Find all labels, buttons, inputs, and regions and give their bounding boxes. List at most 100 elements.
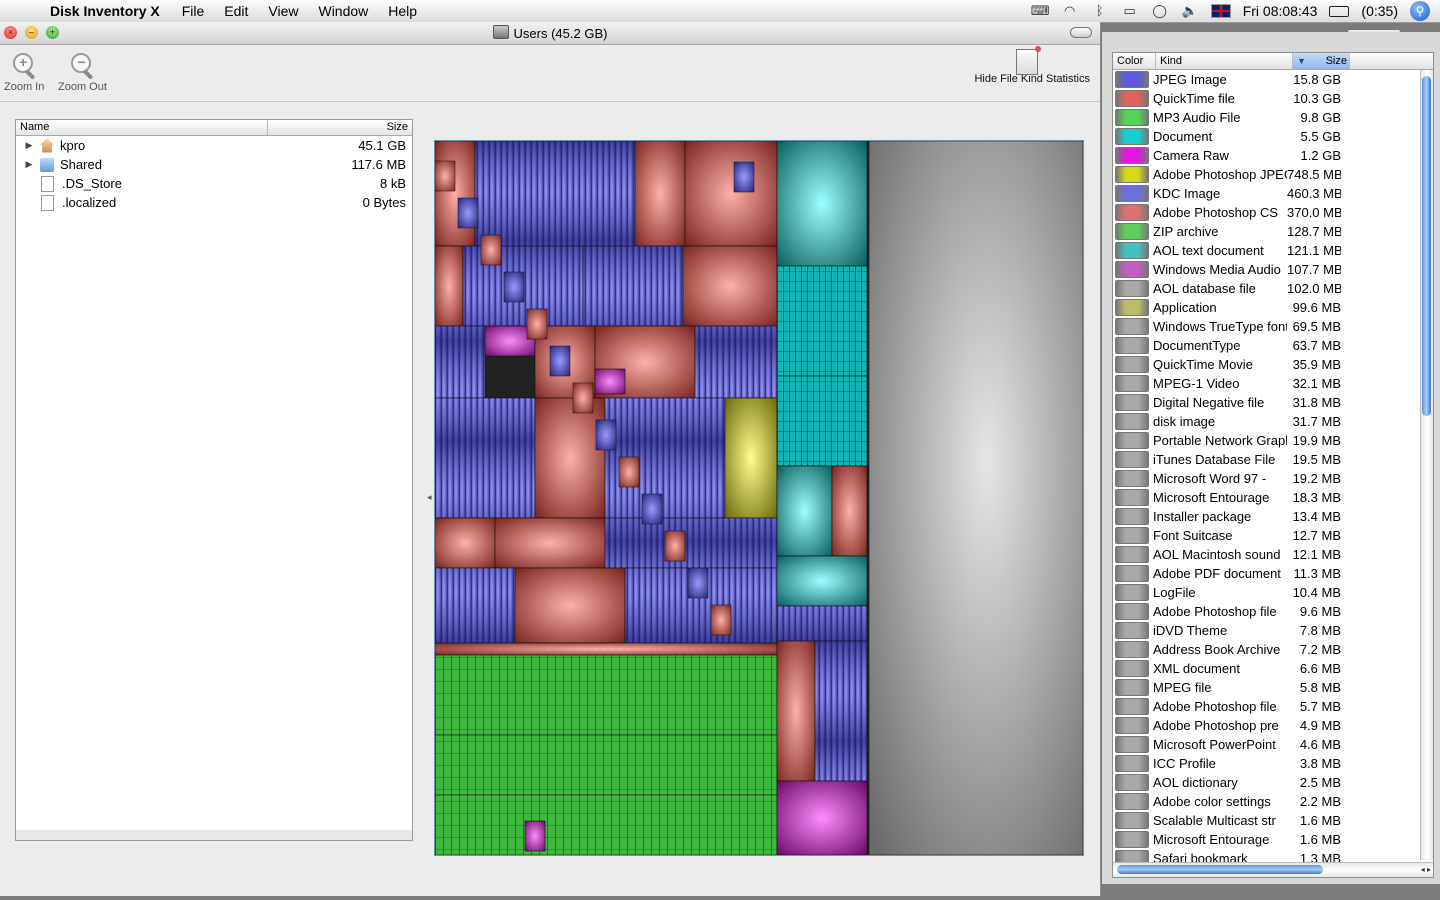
- treemap-file-block[interactable]: [514, 567, 626, 644]
- treemap-file-block[interactable]: [435, 141, 476, 247]
- color-swatch[interactable]: [1115, 280, 1149, 297]
- treemap-file-block[interactable]: [435, 325, 486, 399]
- treemap-file-block[interactable]: [435, 734, 778, 796]
- color-swatch[interactable]: [1115, 375, 1149, 392]
- color-swatch[interactable]: [1115, 736, 1149, 753]
- disclosure-triangle-icon[interactable]: ▶: [22, 140, 36, 151]
- color-column-header[interactable]: Color: [1113, 53, 1156, 69]
- kind-row[interactable]: Address Book Archive 7.2 MB: [1113, 640, 1421, 659]
- color-swatch[interactable]: [1115, 793, 1149, 810]
- treemap-file-block[interactable]: [526, 308, 548, 340]
- color-swatch[interactable]: [1115, 470, 1149, 487]
- split-view-divider[interactable]: ◂: [427, 492, 432, 503]
- kind-row[interactable]: Adobe Photoshop pre 4.9 MB: [1113, 716, 1421, 735]
- color-swatch[interactable]: [1115, 299, 1149, 316]
- color-swatch[interactable]: [1115, 584, 1149, 601]
- kind-row[interactable]: Scalable Multicast str 1.6 MB: [1113, 811, 1421, 830]
- color-swatch[interactable]: [1115, 128, 1149, 145]
- kind-row[interactable]: JPEG Image 15.8 GB: [1113, 70, 1421, 89]
- kind-row[interactable]: Adobe Photoshop file 9.6 MB: [1113, 602, 1421, 621]
- input-flag-icon[interactable]: [1210, 4, 1231, 18]
- color-swatch[interactable]: [1115, 413, 1149, 430]
- color-swatch[interactable]: [1115, 337, 1149, 354]
- color-swatch[interactable]: [1115, 660, 1149, 677]
- treemap-file-block[interactable]: [435, 517, 496, 569]
- treemap-file-block[interactable]: [682, 245, 778, 327]
- treemap-canvas[interactable]: [435, 141, 1083, 855]
- color-swatch[interactable]: [1115, 527, 1149, 544]
- hide-stats-button[interactable]: Hide File Kind Statistics: [974, 46, 1090, 85]
- kind-row[interactable]: MPEG-1 Video 32.1 MB: [1113, 374, 1421, 393]
- kind-row[interactable]: Microsoft PowerPoint 4.6 MB: [1113, 735, 1421, 754]
- kind-row[interactable]: MP3 Audio File 9.8 GB: [1113, 108, 1421, 127]
- kind-row[interactable]: Microsoft Word 97 - 19.2 MB: [1113, 469, 1421, 488]
- app-menu[interactable]: Disk Inventory X: [50, 3, 160, 19]
- tree-row-localized[interactable]: .localized 0 Bytes: [16, 193, 412, 212]
- kind-row[interactable]: AOL Macintosh sound 12.1 MB: [1113, 545, 1421, 564]
- treemap-view[interactable]: [434, 140, 1084, 856]
- kind-row[interactable]: MPEG file 5.8 MB: [1113, 678, 1421, 697]
- menu-clock[interactable]: Fri 08:08:43: [1243, 3, 1318, 19]
- spotlight-icon[interactable]: ⚲: [1410, 1, 1430, 21]
- zoom-out-button[interactable]: − Zoom Out: [58, 51, 107, 93]
- kind-row[interactable]: Application 99.6 MB: [1113, 298, 1421, 317]
- size-column-header-sorted[interactable]: ▼ Size: [1293, 53, 1350, 69]
- kind-column-header[interactable]: Kind: [1156, 53, 1293, 69]
- name-column-header[interactable]: Name: [16, 120, 268, 135]
- treemap-file-block[interactable]: [435, 160, 456, 192]
- kind-row[interactable]: Font Suitcase 12.7 MB: [1113, 526, 1421, 545]
- kind-row[interactable]: Installer package 13.4 MB: [1113, 507, 1421, 526]
- treemap-file-block[interactable]: [549, 345, 571, 377]
- kind-row[interactable]: QuickTime file 10.3 GB: [1113, 89, 1421, 108]
- treemap-file-block[interactable]: [524, 820, 546, 852]
- scroll-thumb[interactable]: [1422, 76, 1431, 416]
- display-icon[interactable]: ▭: [1121, 4, 1139, 18]
- treemap-file-block[interactable]: [684, 141, 778, 247]
- keyboard-icon[interactable]: ⌨: [1031, 4, 1050, 18]
- treemap-file-block[interactable]: [634, 141, 686, 247]
- treemap-file-block[interactable]: [618, 456, 640, 488]
- menu-window[interactable]: Window: [318, 3, 368, 19]
- treemap-file-block[interactable]: [503, 271, 525, 303]
- treemap-file-block[interactable]: [582, 245, 684, 327]
- treemap-file-block[interactable]: [435, 245, 464, 327]
- file-tree[interactable]: Name Size ▶ kpro 45.1 GB ▶ Shared 117.6 …: [15, 119, 413, 831]
- treemap-file-block[interactable]: [710, 604, 732, 636]
- apple-menu-icon[interactable]: [18, 2, 36, 20]
- kind-row[interactable]: Adobe Photoshop JPEG 748.5 MB: [1113, 165, 1421, 184]
- treemap-file-block[interactable]: [831, 465, 868, 557]
- scroll-arrows-icon[interactable]: ◂ ▸: [1421, 863, 1431, 877]
- zoom-in-button[interactable]: + Zoom In: [4, 51, 44, 93]
- treemap-file-block[interactable]: [664, 530, 686, 562]
- bluetooth-icon[interactable]: ᛒ: [1091, 4, 1109, 18]
- color-swatch[interactable]: [1115, 185, 1149, 202]
- color-swatch[interactable]: [1115, 318, 1149, 335]
- treemap-file-block[interactable]: [594, 368, 626, 395]
- treemap-file-block[interactable]: [435, 567, 516, 644]
- kind-row[interactable]: Adobe PDF document 11.3 MB: [1113, 564, 1421, 583]
- size-column-header[interactable]: Size: [268, 120, 412, 135]
- kind-row[interactable]: Adobe Photoshop CS 370.0 MB: [1113, 203, 1421, 222]
- kind-row[interactable]: Digital Negative file 31.8 MB: [1113, 393, 1421, 412]
- color-swatch[interactable]: [1115, 565, 1149, 582]
- menu-file[interactable]: File: [182, 3, 205, 19]
- kind-row[interactable]: Adobe Photoshop file 5.7 MB: [1113, 697, 1421, 716]
- treemap-file-block[interactable]: [776, 640, 816, 782]
- menu-help[interactable]: Help: [388, 3, 417, 19]
- treemap-file-block[interactable]: [534, 397, 606, 519]
- kind-row[interactable]: ZIP archive 128.7 MB: [1113, 222, 1421, 241]
- treemap-file-block[interactable]: [687, 567, 709, 599]
- treemap-file-block[interactable]: [435, 654, 778, 736]
- kind-row[interactable]: AOL database file 102.0 MB: [1113, 279, 1421, 298]
- treemap-file-block[interactable]: [604, 517, 778, 569]
- treemap-file-block[interactable]: [480, 234, 502, 266]
- color-swatch[interactable]: [1115, 90, 1149, 107]
- kind-row[interactable]: XML document 6.6 MB: [1113, 659, 1421, 678]
- kind-row[interactable]: AOL text document 121.1 MB: [1113, 241, 1421, 260]
- treemap-file-block[interactable]: [776, 780, 868, 855]
- color-swatch[interactable]: [1115, 356, 1149, 373]
- treemap-file-block[interactable]: [814, 640, 868, 782]
- color-swatch[interactable]: [1115, 546, 1149, 563]
- treemap-file-block[interactable]: [474, 141, 636, 247]
- kind-row[interactable]: iTunes Database File 19.5 MB: [1113, 450, 1421, 469]
